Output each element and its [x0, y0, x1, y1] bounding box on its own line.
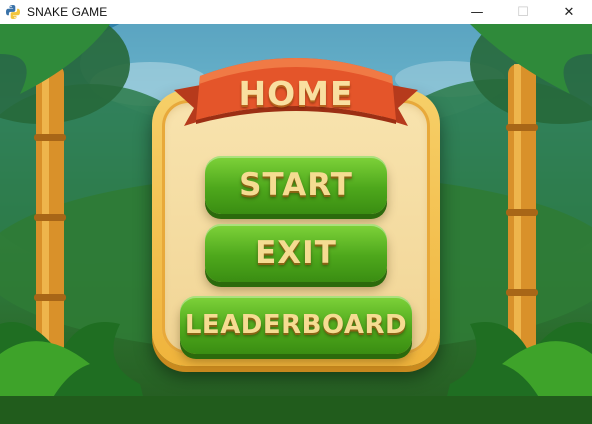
- window-title: SNAKE GAME: [27, 5, 108, 19]
- minimize-button[interactable]: —: [454, 0, 500, 24]
- python-icon: [6, 5, 20, 19]
- exit-button-label: EXIT: [255, 235, 337, 271]
- game-window: SNAKE GAME — ☐ ✕ HOME START EXIT LEADERB…: [0, 0, 592, 424]
- leaderboard-button-label: LEADERBOARD: [184, 310, 408, 340]
- title-bar[interactable]: SNAKE GAME — ☐ ✕: [0, 0, 592, 24]
- maximize-button: ☐: [517, 4, 529, 20]
- home-title: HOME: [238, 74, 354, 113]
- start-button-label: START: [239, 167, 353, 203]
- close-button[interactable]: ✕: [546, 0, 592, 24]
- home-ribbon: HOME: [170, 46, 422, 146]
- exit-button[interactable]: EXIT: [205, 224, 387, 282]
- leaderboard-button[interactable]: LEADERBOARD: [180, 296, 412, 354]
- start-button[interactable]: START: [205, 156, 387, 214]
- window-controls: — ☐ ✕: [454, 0, 592, 24]
